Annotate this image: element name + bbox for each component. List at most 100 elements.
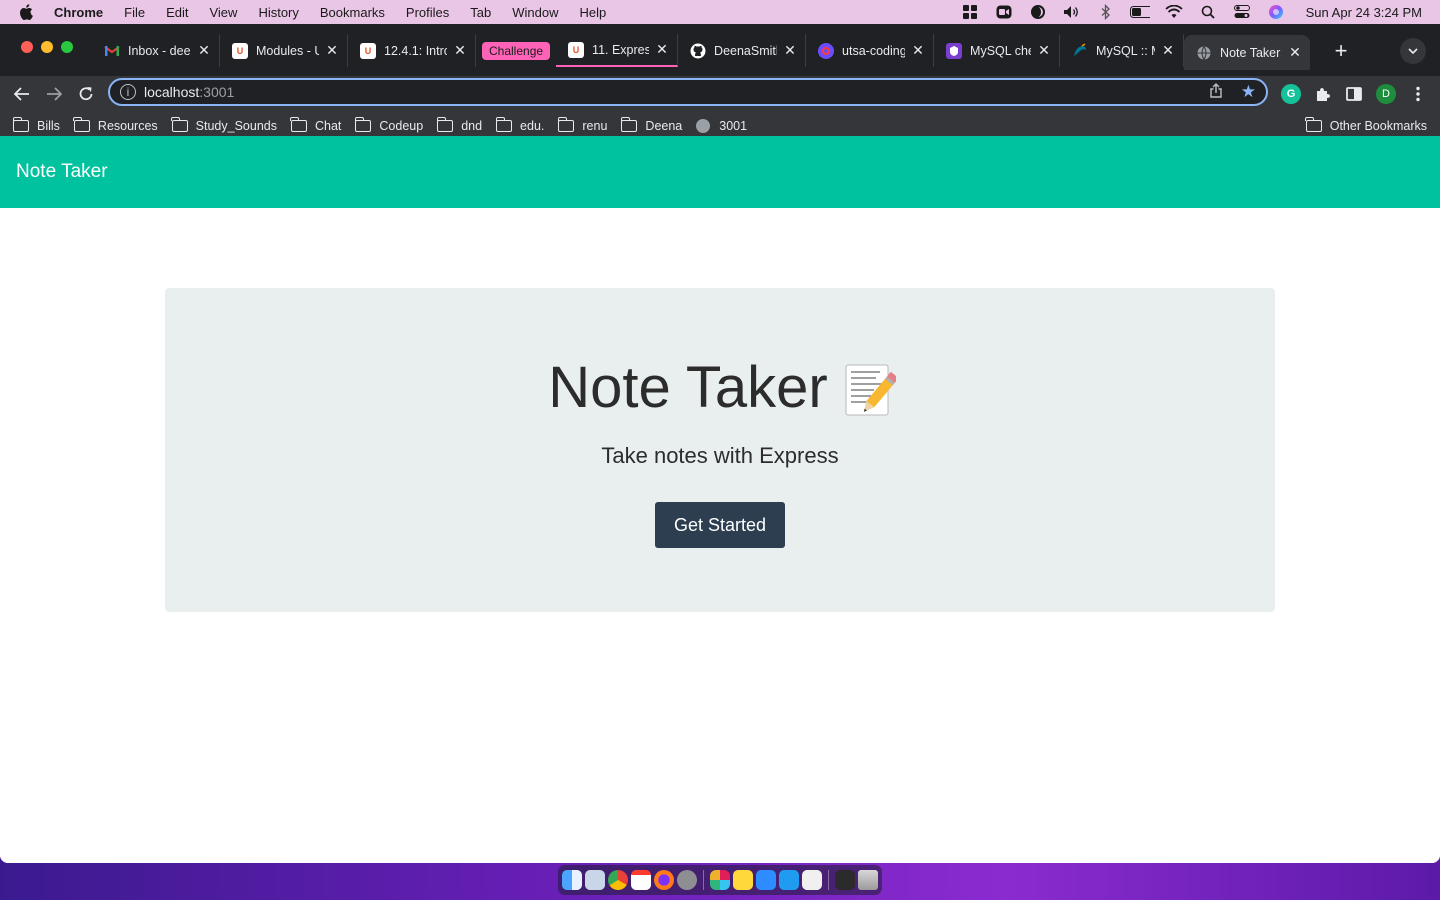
bookmark-renu[interactable]: renu — [557, 117, 607, 133]
chrome-icon[interactable] — [608, 870, 628, 890]
app-grid-icon[interactable] — [960, 4, 980, 20]
chevron-down-icon — [1408, 48, 1418, 54]
address-url[interactable]: localhost:3001 — [144, 84, 234, 100]
app-name-menu[interactable]: Chrome — [54, 5, 103, 20]
firefox-icon[interactable] — [654, 870, 674, 890]
menu-bookmarks[interactable]: Bookmarks — [320, 5, 385, 20]
get-started-button[interactable]: Get Started — [655, 502, 785, 548]
gmail-icon — [104, 43, 120, 59]
chat-icon — [818, 42, 835, 59]
close-tab-icon[interactable]: ✕ — [1288, 44, 1302, 61]
close-tab-icon[interactable]: ✕ — [197, 42, 211, 59]
side-panel-icon[interactable] — [1344, 84, 1364, 104]
bookmark-3001[interactable]: 3001 — [696, 119, 747, 133]
menu-help[interactable]: Help — [580, 5, 607, 20]
tab-intro[interactable]: U 12.4.1: Intro ✕ — [348, 34, 476, 67]
apple-icon[interactable] — [18, 4, 34, 20]
reload-icon — [79, 87, 93, 101]
tab-strip: Inbox - dee ✕ U Modules - U ✕ U 12.4.1: … — [0, 24, 1440, 76]
menu-window[interactable]: Window — [512, 5, 558, 20]
tab-mysql-check[interactable]: MySQL che ✕ — [934, 34, 1061, 67]
bookmark-dnd[interactable]: dnd — [436, 117, 482, 133]
wifi-icon[interactable] — [1164, 4, 1184, 20]
bookmark-codeup[interactable]: Codeup — [354, 117, 423, 133]
close-tab-icon[interactable]: ✕ — [1161, 42, 1175, 59]
page-viewport: Note Taker Note Taker Take notes with Ex… — [0, 136, 1440, 863]
volume-icon[interactable] — [1062, 4, 1082, 20]
battery-icon[interactable] — [1129, 4, 1150, 20]
bluetooth-icon[interactable] — [1096, 4, 1116, 20]
bookmark-study-sounds[interactable]: Study_Sounds — [171, 117, 277, 133]
hero-lead-text: Take notes with Express — [601, 443, 839, 468]
site-info-icon[interactable]: i — [120, 84, 136, 100]
back-button[interactable] — [10, 82, 34, 106]
menu-file[interactable]: File — [124, 5, 145, 20]
bookmark-bills[interactable]: Bills — [12, 117, 60, 133]
tab-github[interactable]: DeenaSmith ✕ — [678, 34, 807, 67]
navbar-brand[interactable]: Note Taker — [16, 161, 108, 183]
close-tab-icon[interactable]: ✕ — [325, 42, 339, 59]
slack-icon[interactable] — [710, 870, 730, 890]
system-preferences-icon[interactable] — [677, 870, 697, 890]
tab-utsa-coding[interactable]: utsa-coding ✕ — [806, 34, 935, 67]
notes-icon[interactable] — [733, 870, 753, 890]
macos-menubar: Chrome File Edit View History Bookmarks … — [0, 0, 1440, 24]
bookmark-resources[interactable]: Resources — [73, 117, 158, 133]
address-bar[interactable]: i localhost:3001 ★ — [108, 78, 1268, 106]
night-shift-icon[interactable] — [1028, 4, 1048, 20]
finder-icon[interactable] — [562, 870, 582, 890]
folder-icon — [620, 117, 638, 132]
browser-window: Inbox - dee ✕ U Modules - U ✕ U 12.4.1: … — [0, 24, 1440, 863]
arrow-left-icon — [14, 87, 29, 101]
control-center-icon[interactable] — [1232, 4, 1252, 20]
tab-group-challenge[interactable]: Challenge — [482, 41, 551, 60]
tab-note-taker[interactable]: Note Taker ✕ — [1184, 35, 1311, 70]
close-tab-icon[interactable]: ✕ — [453, 42, 467, 59]
siri-icon[interactable] — [1266, 4, 1286, 20]
tab-modules[interactable]: U Modules - U ✕ — [220, 34, 348, 67]
spotlight-search-icon[interactable] — [1198, 4, 1218, 20]
share-icon[interactable] — [1210, 83, 1222, 101]
menu-history[interactable]: History — [258, 5, 298, 20]
bookmark-chat[interactable]: Chat — [290, 117, 341, 133]
bookmark-deena[interactable]: Deena — [620, 117, 682, 133]
globe-icon — [696, 119, 711, 133]
menu-view[interactable]: View — [209, 5, 237, 20]
tab-mysql-docs[interactable]: MySQL :: M ✕ — [1060, 34, 1185, 67]
menu-tab[interactable]: Tab — [470, 5, 491, 20]
minimize-window-button[interactable] — [41, 41, 53, 53]
vscode-icon[interactable] — [779, 870, 799, 890]
kebab-menu-icon[interactable] — [1408, 84, 1428, 104]
fullscreen-window-button[interactable] — [61, 41, 73, 53]
forward-button[interactable] — [42, 82, 66, 106]
tab-search-button[interactable] — [1400, 38, 1426, 64]
github-icon — [690, 43, 706, 59]
launchpad-icon[interactable] — [585, 870, 605, 890]
tab-express[interactable]: U 11. Express ✕ — [556, 34, 679, 67]
textedit-icon[interactable] — [802, 870, 822, 890]
zoom-icon[interactable] — [994, 4, 1014, 20]
menu-profiles[interactable]: Profiles — [406, 5, 449, 20]
tab-inbox[interactable]: Inbox - dee ✕ — [92, 34, 220, 67]
zoom-app-icon[interactable] — [756, 870, 776, 890]
globe-icon — [1196, 45, 1212, 61]
bookmark-star-icon[interactable]: ★ — [1241, 82, 1256, 102]
utsa-icon: U — [360, 42, 376, 59]
close-tab-icon[interactable]: ✕ — [911, 42, 925, 59]
reload-button[interactable] — [74, 82, 98, 106]
close-window-button[interactable] — [21, 41, 33, 53]
grammarly-extension-icon[interactable]: G — [1281, 84, 1301, 104]
extensions-puzzle-icon[interactable] — [1312, 84, 1332, 104]
terminal-icon[interactable] — [835, 870, 855, 890]
folder-icon — [171, 117, 188, 132]
menubar-clock[interactable]: Sun Apr 24 3:24 PM — [1306, 5, 1422, 20]
profile-avatar[interactable]: D — [1376, 84, 1396, 104]
new-tab-button[interactable]: + — [1330, 38, 1352, 64]
trash-icon[interactable] — [858, 870, 878, 890]
close-tab-icon[interactable]: ✕ — [783, 42, 797, 59]
close-tab-icon[interactable]: ✕ — [1037, 42, 1051, 59]
calendar-icon[interactable] — [631, 870, 651, 890]
bookmark-edu[interactable]: edu. — [495, 117, 544, 133]
menu-edit[interactable]: Edit — [166, 5, 188, 20]
close-tab-icon[interactable]: ✕ — [655, 41, 669, 58]
